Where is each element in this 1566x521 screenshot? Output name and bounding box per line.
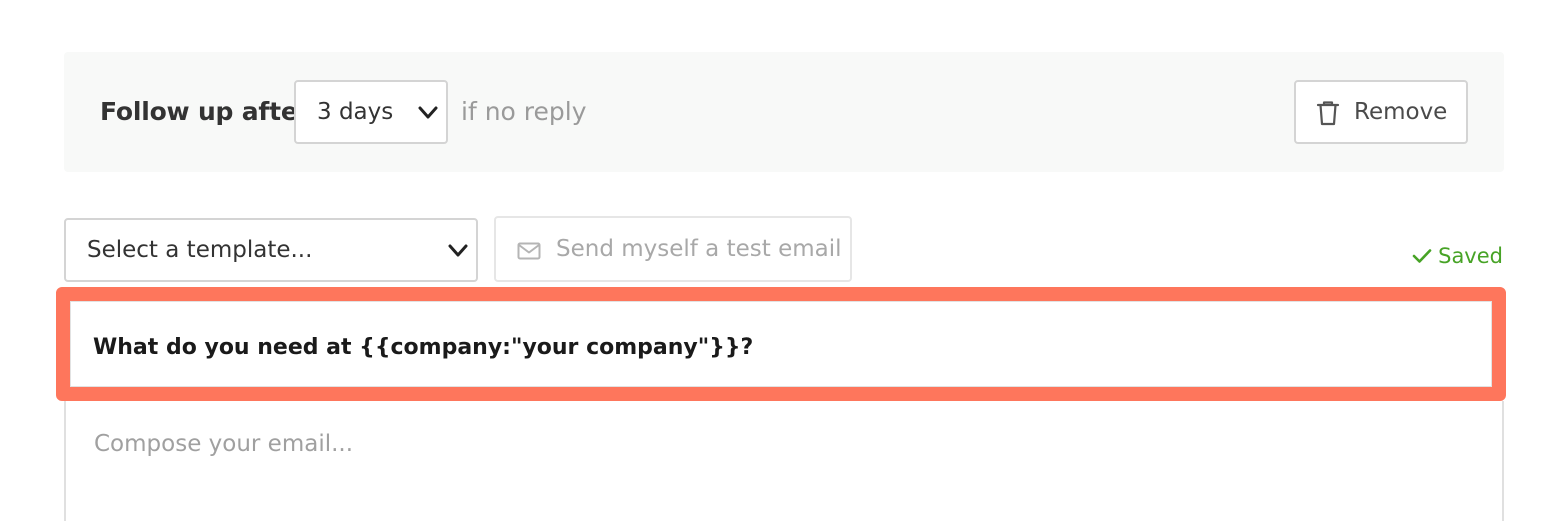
chevron-down-icon — [448, 244, 468, 257]
email-body-editor[interactable]: Compose your email... — [64, 401, 1504, 521]
template-select-value: Select a template... — [87, 237, 313, 263]
chevron-down-icon — [418, 106, 438, 119]
followup-label: Follow up after — [100, 97, 310, 126]
followup-delay-select[interactable]: 3 days — [294, 80, 448, 144]
send-test-email-button[interactable]: Send myself a test email — [494, 216, 852, 282]
followup-delay-value: 3 days — [317, 99, 394, 125]
remove-button[interactable]: Remove — [1294, 80, 1468, 144]
subject-text: What do you need at {{company:"your comp… — [93, 335, 754, 360]
followup-suffix: if no reply — [461, 97, 587, 126]
check-icon — [1412, 249, 1432, 263]
saved-label: Saved — [1438, 244, 1503, 268]
remove-label: Remove — [1354, 99, 1448, 125]
saved-status: Saved — [1412, 240, 1503, 272]
send-test-email-label: Send myself a test email — [556, 236, 842, 262]
email-body-placeholder: Compose your email... — [94, 431, 354, 457]
followup-bar: Follow up after 3 days if no reply Remov… — [64, 52, 1504, 172]
trash-icon — [1316, 101, 1340, 126]
envelope-icon — [517, 242, 541, 260]
template-select[interactable]: Select a template... — [64, 218, 478, 282]
subject-input[interactable]: What do you need at {{company:"your comp… — [70, 301, 1492, 387]
